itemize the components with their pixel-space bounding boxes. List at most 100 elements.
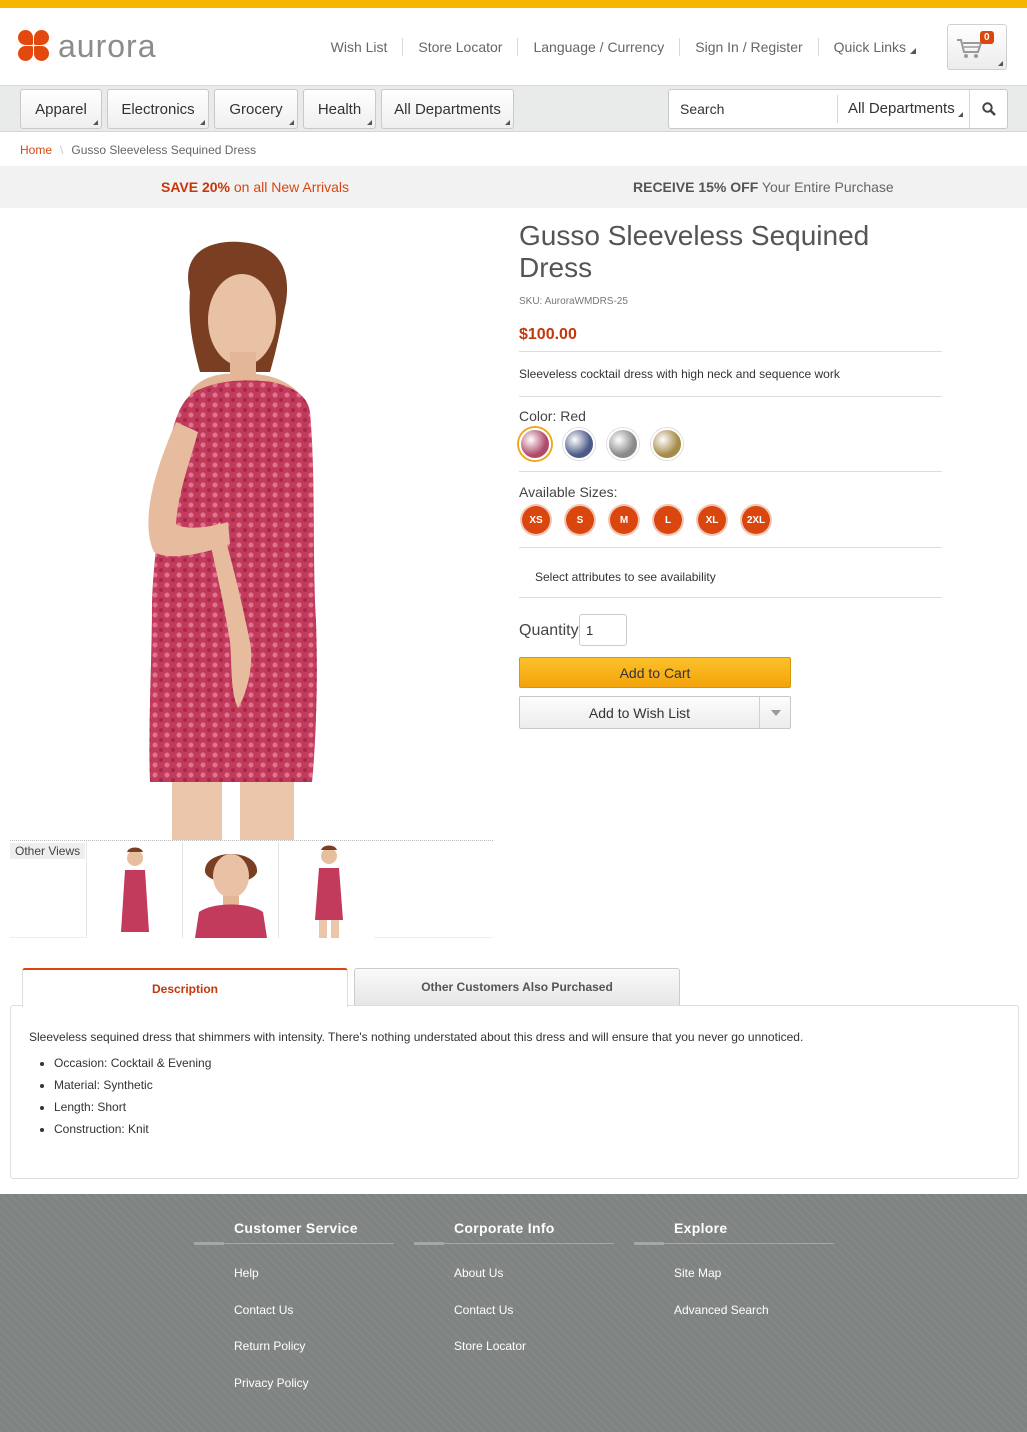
footer-link-contact-us[interactable]: Contact Us [454,1303,614,1340]
divider [519,471,942,472]
footer-divider [194,1242,394,1245]
color-swatch-blue[interactable] [563,428,595,460]
wish-list-link[interactable]: Wish List [316,38,403,56]
dept-button-grocery[interactable]: Grocery [214,89,298,129]
promo-new-arrivals[interactable]: SAVE 20% on all New Arrivals [161,179,349,195]
size-m[interactable]: M [610,506,638,534]
color-swatch-gold[interactable] [651,428,683,460]
corner-arrow-icon [289,120,294,125]
promo-strong: RECEIVE 15% OFF [633,179,759,195]
dept-button-all[interactable]: All Departments [381,89,514,129]
search-bar: All Departments [668,89,1008,129]
dept-label: Grocery [229,100,283,118]
add-to-wishlist-button[interactable]: Add to Wish List [520,697,760,728]
breadcrumb-separator: \ [60,143,64,157]
sizes-label: Available Sizes: [519,484,618,500]
quick-links-menu[interactable]: Quick Links [817,38,931,56]
department-nav: Apparel Electronics Grocery Health All D… [0,86,1027,132]
quantity-input[interactable] [579,614,627,646]
promo-bar: SAVE 20% on all New Arrivals RECEIVE 15%… [0,166,1027,208]
dept-label: All Departments [394,100,501,118]
dept-label: Health [317,100,362,118]
search-department-select[interactable]: All Departments [837,95,967,123]
color-swatch-silver[interactable] [607,428,639,460]
tab-other-customers-purchased[interactable]: Other Customers Also Purchased [354,968,680,1006]
breadcrumb-home-link[interactable]: Home [20,143,52,157]
add-to-wishlist-control: Add to Wish List [519,696,791,729]
footer-customer-service: Customer Service Help Contact Us Return … [194,1220,394,1413]
dept-button-apparel[interactable]: Apparel [20,89,102,129]
store-locator-link[interactable]: Store Locator [402,38,517,56]
footer-link-return-policy[interactable]: Return Policy [234,1339,394,1376]
tab-description[interactable]: Description [22,968,348,1007]
long-description: Sleeveless sequined dress that shimmers … [29,1030,804,1044]
add-to-cart-button[interactable]: Add to Cart [519,657,791,688]
product-price: $100.00 [519,326,577,343]
attribute-list: Occasion: Cocktail & Evening Material: S… [54,1052,1000,1140]
dept-label: Electronics [121,100,195,118]
site-footer: Customer Service Help Contact Us Return … [0,1194,1027,1432]
list-item: Construction: Knit [54,1118,1000,1140]
size-xl[interactable]: XL [698,506,726,534]
shopping-cart-button[interactable]: 0 [947,24,1007,70]
corner-arrow-icon [910,48,916,54]
corner-arrow-icon [93,120,98,125]
header-links: Wish List Store Locator Language / Curre… [316,38,931,56]
description-panel: Sleeveless sequined dress that shimmers … [10,1005,1019,1179]
list-item: Length: Short [54,1096,1000,1118]
quantity-label: Quantity [519,622,579,639]
thumbnail-view-1[interactable] [86,842,182,938]
thumbnail-view-2[interactable] [182,842,278,938]
footer-heading: Corporate Info [454,1220,555,1236]
dept-label: Apparel [35,100,87,118]
size-l[interactable]: L [654,506,682,534]
footer-divider [414,1242,614,1245]
sign-in-register-link[interactable]: Sign In / Register [679,38,817,56]
list-item: Occasion: Cocktail & Evening [54,1052,1000,1074]
footer-link-store-locator[interactable]: Store Locator [454,1339,614,1376]
product-details: Gusso Sleeveless Sequined Dress SKU: Aur… [519,220,942,729]
logo[interactable]: aurora [18,30,157,62]
site-header: aurora Wish List Store Locator Language … [0,8,1027,86]
footer-link-about-us[interactable]: About Us [454,1266,614,1303]
divider [519,396,942,397]
thumbnail-view-3[interactable] [278,842,374,938]
corner-arrow-icon [998,61,1003,66]
footer-link-site-map[interactable]: Site Map [674,1266,834,1303]
other-views-label: Other Views [10,843,86,859]
breadcrumb: Home \ Gusso Sleeveless Sequined Dress [20,143,256,157]
footer-explore: Explore Site Map Advanced Search [634,1220,834,1339]
logo-mark-icon [18,30,50,62]
product-main-image[interactable] [80,222,420,840]
product-short-description: Sleeveless cocktail dress with high neck… [519,367,840,381]
footer-link-privacy-policy[interactable]: Privacy Policy [234,1376,394,1413]
search-department-label: All Departments [848,100,955,117]
size-xs[interactable]: XS [522,506,550,534]
product-title: Gusso Sleeveless Sequined Dress [519,220,870,283]
promo-entire-purchase[interactable]: RECEIVE 15% OFF Your Entire Purchase [633,179,894,195]
quick-links-label: Quick Links [833,39,906,55]
search-button[interactable] [969,90,1007,128]
logo-text: aurora [58,28,157,64]
other-views: Other Views [10,840,493,938]
dept-button-health[interactable]: Health [303,89,376,129]
footer-link-contact-us[interactable]: Contact Us [234,1303,394,1340]
color-swatches [519,428,695,460]
list-item: Material: Synthetic [54,1074,1000,1096]
product-sku: SKU: AuroraWMDRS-25 [519,296,628,307]
wishlist-dropdown-toggle[interactable] [761,697,791,728]
corner-arrow-icon [200,120,205,125]
top-accent-bar [0,0,1027,8]
cart-count-badge: 0 [980,31,994,44]
search-input[interactable] [669,90,837,128]
dept-button-electronics[interactable]: Electronics [107,89,209,129]
chevron-down-icon [771,709,781,716]
footer-link-advanced-search[interactable]: Advanced Search [674,1303,834,1340]
size-2xl[interactable]: 2XL [742,506,770,534]
size-s[interactable]: S [566,506,594,534]
language-currency-link[interactable]: Language / Currency [517,38,679,56]
color-swatch-red[interactable] [519,428,551,460]
breadcrumb-current: Gusso Sleeveless Sequined Dress [71,143,257,157]
footer-link-help[interactable]: Help [234,1266,394,1303]
size-options: XS S M L XL 2XL [522,506,786,534]
